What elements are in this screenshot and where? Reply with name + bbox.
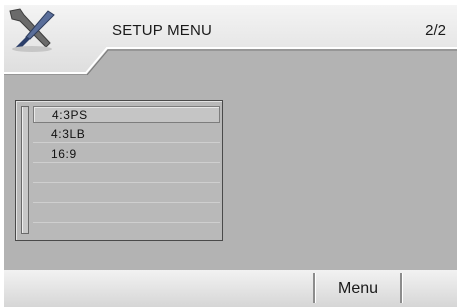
list-item-empty: [33, 186, 220, 203]
header-background: [4, 5, 457, 75]
footer-divider: [400, 273, 402, 303]
list-rows: 4:3PS 4:3LB 16:9: [33, 106, 220, 226]
list-item-16-9[interactable]: 16:9: [33, 146, 220, 163]
page-title: SETUP MENU: [112, 22, 213, 39]
list-item-empty: [33, 166, 220, 183]
list-item-empty: [33, 206, 220, 223]
list-item-4-3lb[interactable]: 4:3LB: [33, 126, 220, 143]
page-indicator: 2/2: [425, 22, 446, 39]
list-scrollbar[interactable]: [21, 106, 29, 234]
setup-screen: SETUP MENU 2/2 4:3PS 4:3LB 16:9 Menu: [4, 5, 457, 307]
aspect-ratio-list: 4:3PS 4:3LB 16:9: [15, 100, 223, 241]
footer-bar: Menu: [4, 270, 457, 307]
list-item-4-3ps[interactable]: 4:3PS: [33, 106, 220, 123]
header-bar: SETUP MENU 2/2: [4, 5, 457, 75]
menu-button[interactable]: Menu: [315, 270, 401, 307]
tools-icon: [9, 8, 55, 52]
